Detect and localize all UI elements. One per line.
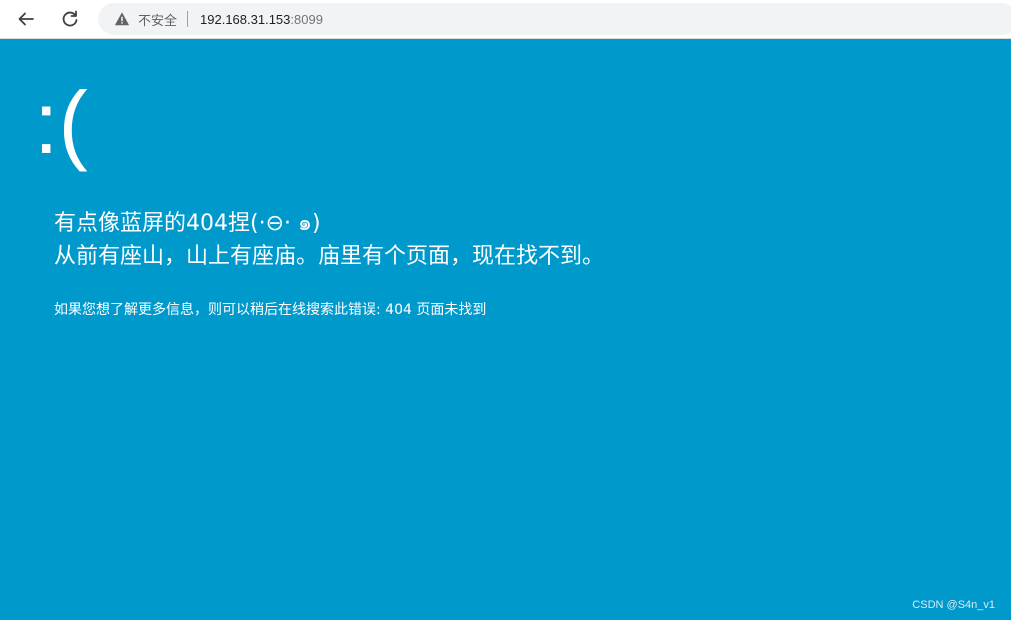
error-page: :( 有点像蓝屏的404捏(·⊖· ๑) 从前有座山，山上有座庙。庙里有个页面，… — [0, 39, 1011, 620]
watermark: CSDN @S4n_v1 — [912, 599, 995, 611]
url-port: :8099 — [290, 11, 323, 27]
error-headline: 有点像蓝屏的404捏(·⊖· ๑) — [54, 211, 321, 236]
error-subheadline: 从前有座山，山上有座庙。庙里有个页面，现在找不到。 — [54, 244, 605, 269]
security-status-label[interactable]: 不安全 — [138, 10, 177, 29]
back-button[interactable] — [12, 5, 40, 33]
warning-triangle-icon[interactable] — [114, 10, 132, 28]
url-text[interactable]: 192.168.31.153:8099 — [200, 12, 323, 27]
url-host: 192.168.31.153 — [200, 11, 291, 27]
browser-toolbar: 不安全 192.168.31.153:8099 — [0, 0, 1011, 39]
reload-button[interactable] — [56, 5, 84, 33]
address-bar-separator — [187, 11, 189, 27]
reload-icon — [62, 10, 78, 27]
address-bar[interactable]: 不安全 192.168.31.153:8099 — [98, 3, 1011, 35]
arrow-left-icon — [18, 12, 34, 26]
error-info-text: 如果您想了解更多信息，则可以稍后在线搜索此错误: 404 页面未找到 — [54, 302, 487, 318]
sad-face-emoticon: :( — [34, 73, 88, 172]
